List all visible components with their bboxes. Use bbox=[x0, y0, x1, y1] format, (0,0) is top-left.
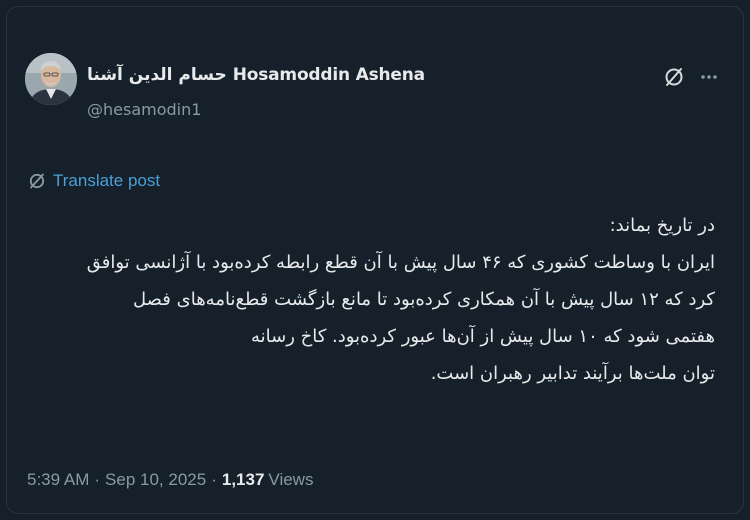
author-handle[interactable]: @hesamodin1 bbox=[87, 100, 201, 119]
post-body: در تاریخ بماند: ایران با وساطت کشوری که … bbox=[25, 207, 715, 392]
display-name[interactable]: حسام الدین آشنا Hosamoddin Ashena bbox=[87, 65, 425, 85]
grok-icon[interactable] bbox=[662, 65, 686, 89]
meta-separator: · bbox=[94, 470, 101, 489]
post-line: توان ملت‌ها برآیند تدابیر رهبران است. bbox=[430, 363, 715, 384]
post-meta: 5:39 AM · Sep 10, 2025 · 1,137 Views bbox=[27, 470, 313, 490]
translate-post-link[interactable]: Translate post bbox=[27, 171, 160, 191]
profile-photo-icon bbox=[25, 53, 77, 105]
author-name-row[interactable]: حسام الدین آشنا Hosamoddin Ashena bbox=[87, 65, 425, 85]
post-date[interactable]: Sep 10, 2025 bbox=[105, 470, 206, 490]
translate-label[interactable]: Translate post bbox=[53, 171, 160, 191]
meta-separator: · bbox=[211, 470, 217, 489]
views-count[interactable]: 1,137 bbox=[222, 470, 265, 490]
post-line: در تاریخ بماند: bbox=[609, 215, 715, 236]
avatar[interactable] bbox=[25, 53, 77, 105]
translate-icon bbox=[29, 173, 45, 189]
post-time[interactable]: 5:39 AM bbox=[27, 470, 89, 490]
views-label[interactable]: Views bbox=[268, 470, 313, 490]
post-line: هفتمی شود که ۱۰ سال پیش از آن‌ها عبور کر… bbox=[250, 326, 715, 347]
post-line: کرد که ۱۲ سال پیش با آن همکاری کرده‌بود … bbox=[133, 289, 715, 310]
tweet-card: حسام الدین آشنا Hosamoddin Ashena @hesam… bbox=[6, 6, 744, 514]
post-line: ایران با وساطت کشوری که ۴۶ سال پیش با آن… bbox=[86, 252, 715, 273]
more-horizontal-icon[interactable] bbox=[697, 65, 721, 89]
